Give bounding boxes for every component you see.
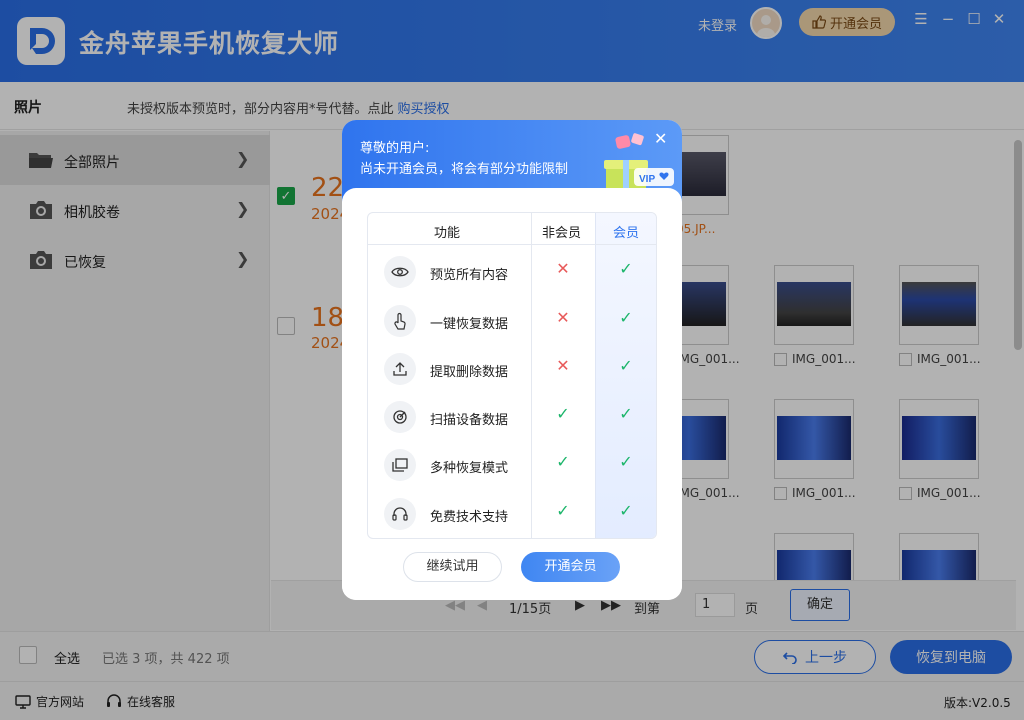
dialog-message: 尚未开通会员，将会有部分功能限制 [360, 162, 569, 177]
feature-name: 预览所有内容 [430, 268, 509, 283]
table-row: 预览所有内容 ✕ ✓ [368, 247, 656, 295]
header-member: 会员 [613, 226, 640, 241]
cross-icon: ✕ [556, 356, 570, 375]
check-icon: ✓ [556, 404, 570, 423]
dialog-close-icon[interactable]: ✕ [654, 129, 667, 148]
layers-icon [384, 449, 416, 481]
feature-name: 多种恢复模式 [430, 461, 509, 476]
feature-name: 免费技术支持 [430, 510, 509, 525]
feature-name: 扫描设备数据 [430, 413, 509, 428]
header-nonmember: 非会员 [542, 226, 582, 241]
scan-icon [384, 401, 416, 433]
open-membership-button[interactable]: 开通会员 [521, 552, 620, 582]
feature-name: 一键恢复数据 [430, 317, 509, 332]
check-icon: ✓ [619, 404, 633, 423]
headset-icon [384, 498, 416, 530]
vip-tag: VIP [639, 174, 655, 185]
table-row: 提取删除数据 ✕ ✓ [368, 344, 656, 392]
table-header: 功能 非会员 会员 [368, 213, 656, 245]
check-icon: ✓ [619, 501, 633, 520]
check-icon: ✓ [619, 308, 633, 327]
check-icon: ✓ [619, 452, 633, 471]
header-feature: 功能 [434, 226, 461, 241]
check-icon: ✓ [556, 501, 570, 520]
upload-icon [384, 353, 416, 385]
tap-hand-icon [384, 305, 416, 337]
table-row: 一键恢复数据 ✕ ✓ [368, 296, 656, 344]
check-icon: ✓ [619, 356, 633, 375]
table-row: 多种恢复模式 ✓ ✓ [368, 440, 656, 488]
table-row: 免费技术支持 ✓ ✓ [368, 489, 656, 537]
continue-trial-button[interactable]: 继续试用 [403, 552, 502, 582]
check-icon: ✓ [619, 259, 633, 278]
cross-icon: ✕ [556, 259, 570, 278]
membership-dialog: 尊敬的用户: 尚未开通会员，将会有部分功能限制 VIP ✕ 功能 非会员 会员 [342, 120, 682, 600]
dialog-greeting: 尊敬的用户: [360, 141, 430, 156]
table-row: 扫描设备数据 ✓ ✓ [368, 392, 656, 440]
dialog-body: 功能 非会员 会员 预览所有内容 ✕ ✓ 一键恢复数据 ✕ ✓ 提取删除数据 ✕… [342, 188, 682, 600]
feature-comparison-table: 功能 非会员 会员 预览所有内容 ✕ ✓ 一键恢复数据 ✕ ✓ 提取删除数据 ✕… [367, 212, 657, 539]
feature-name: 提取删除数据 [430, 365, 509, 380]
check-icon: ✓ [556, 452, 570, 471]
eye-icon [384, 256, 416, 288]
cross-icon: ✕ [556, 308, 570, 327]
